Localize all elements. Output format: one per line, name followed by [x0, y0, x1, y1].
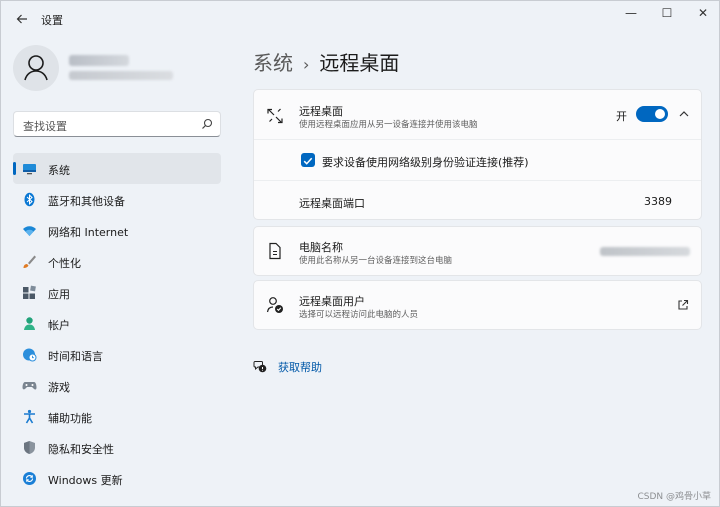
user-profile[interactable]: [13, 45, 223, 95]
settings-window: 设置 — ☐ ✕ 查找设置 系统 蓝牙和其他设备 网络和 Internet 个性…: [0, 0, 720, 507]
nla-checkbox[interactable]: [301, 153, 315, 167]
search-placeholder: 查找设置: [23, 120, 67, 133]
get-help-label[interactable]: 获取帮助: [278, 359, 322, 375]
port-label: 远程桌面端口: [299, 197, 365, 210]
sidebar-item-time-language[interactable]: 时间和语言: [13, 339, 221, 370]
maximize-button[interactable]: ☐: [649, 1, 685, 27]
sidebar-item-bluetooth[interactable]: 蓝牙和其他设备: [13, 184, 221, 215]
profile-email-blurred: [69, 71, 173, 80]
bluetooth-icon: [24, 192, 35, 207]
checkmark-icon: [303, 157, 313, 165]
remote-desktop-description: 使用远程桌面应用从另一设备连接并使用该电脑: [299, 120, 478, 130]
remote-desktop-icon: [267, 108, 283, 124]
remote-users-card[interactable]: 远程桌面用户 选择可以远程访问此电脑的人员: [253, 280, 702, 330]
toggle-state-label: 开: [616, 110, 627, 123]
remote-users-description: 选择可以远程访问此电脑的人员: [299, 310, 419, 320]
pc-name-title: 电脑名称: [299, 241, 343, 254]
remote-desktop-card: 远程桌面 使用远程桌面应用从另一设备连接并使用该电脑 开 要求设备使用网络级别身…: [253, 89, 702, 220]
divider: [254, 139, 701, 140]
gamepad-icon: [22, 382, 37, 390]
sidebar-item-label: 个性化: [48, 257, 81, 270]
arrow-left-icon: [16, 14, 27, 24]
breadcrumb-separator: ›: [303, 55, 310, 74]
port-value: 3389: [644, 195, 672, 208]
sidebar-item-windows-update[interactable]: Windows 更新: [13, 463, 221, 494]
watermark: CSDN @鸡骨小草: [637, 492, 711, 502]
search-icon[interactable]: [201, 118, 213, 130]
pc-name-card: 电脑名称 使用此名称从另一台设备连接到这台电脑: [253, 226, 702, 276]
sidebar-item-label: 系统: [48, 164, 70, 177]
remote-desktop-toggle[interactable]: [636, 106, 668, 122]
wifi-icon: [23, 226, 36, 236]
sidebar-item-gaming[interactable]: 游戏: [13, 370, 221, 401]
close-button[interactable]: ✕: [685, 1, 720, 27]
accessibility-icon: [24, 409, 35, 424]
remote-users-title: 远程桌面用户: [299, 295, 365, 308]
sidebar-item-system[interactable]: 系统: [13, 153, 221, 184]
pc-name-value-blurred: [600, 247, 690, 256]
minimize-button[interactable]: —: [613, 1, 649, 27]
title-bar: 设置 — ☐ ✕: [1, 1, 719, 35]
sidebar-item-label: 蓝牙和其他设备: [48, 195, 125, 208]
profile-name-blurred: [69, 55, 129, 66]
sidebar-item-network[interactable]: 网络和 Internet: [13, 215, 221, 246]
back-button[interactable]: [11, 9, 33, 29]
remote-desktop-title: 远程桌面: [299, 105, 343, 118]
sidebar-item-label: 游戏: [48, 381, 70, 394]
user-check-icon: [266, 297, 283, 313]
help-chat-icon: [253, 361, 267, 373]
monitor-icon: [23, 164, 36, 175]
divider: [254, 180, 701, 181]
sidebar-item-label: 时间和语言: [48, 350, 103, 363]
document-icon: [269, 242, 281, 260]
sidebar-item-accounts[interactable]: 帐户: [13, 308, 221, 339]
person-icon: [24, 55, 48, 81]
breadcrumb-parent[interactable]: 系统: [253, 51, 293, 75]
sidebar-item-accessibility[interactable]: 辅助功能: [13, 401, 221, 432]
brush-icon: [23, 255, 36, 268]
sidebar-nav: 系统 蓝牙和其他设备 网络和 Internet 个性化 应用 帐户 时间和语言 …: [13, 153, 223, 494]
breadcrumb: 系统 › 远程桌面: [253, 47, 399, 76]
toggle-knob: [655, 109, 665, 119]
page-title: 远程桌面: [319, 51, 400, 75]
sidebar-item-privacy[interactable]: 隐私和安全性: [13, 432, 221, 463]
pc-name-description: 使用此名称从另一台设备连接到这台电脑: [299, 256, 453, 266]
external-link-icon[interactable]: [677, 299, 689, 311]
sidebar-item-label: 网络和 Internet: [48, 226, 129, 239]
account-icon: [24, 317, 35, 330]
sidebar-item-label: 辅助功能: [48, 412, 92, 425]
update-icon: [23, 472, 36, 485]
shield-icon: [24, 441, 35, 454]
chevron-up-icon[interactable]: [678, 108, 690, 120]
sidebar-item-label: 隐私和安全性: [48, 443, 114, 456]
sidebar-item-apps[interactable]: 应用: [13, 277, 221, 308]
sidebar-item-personalization[interactable]: 个性化: [13, 246, 221, 277]
sidebar-item-label: 应用: [48, 288, 70, 301]
sidebar-item-label: 帐户: [48, 319, 70, 332]
avatar: [13, 45, 59, 91]
apps-icon: [23, 285, 36, 299]
globe-clock-icon: [23, 348, 37, 362]
nla-checkbox-label[interactable]: 要求设备使用网络级别身份验证连接(推荐): [322, 154, 529, 170]
sidebar-item-label: Windows 更新: [48, 474, 123, 487]
search-input[interactable]: 查找设置: [13, 111, 221, 137]
app-title: 设置: [41, 14, 63, 27]
